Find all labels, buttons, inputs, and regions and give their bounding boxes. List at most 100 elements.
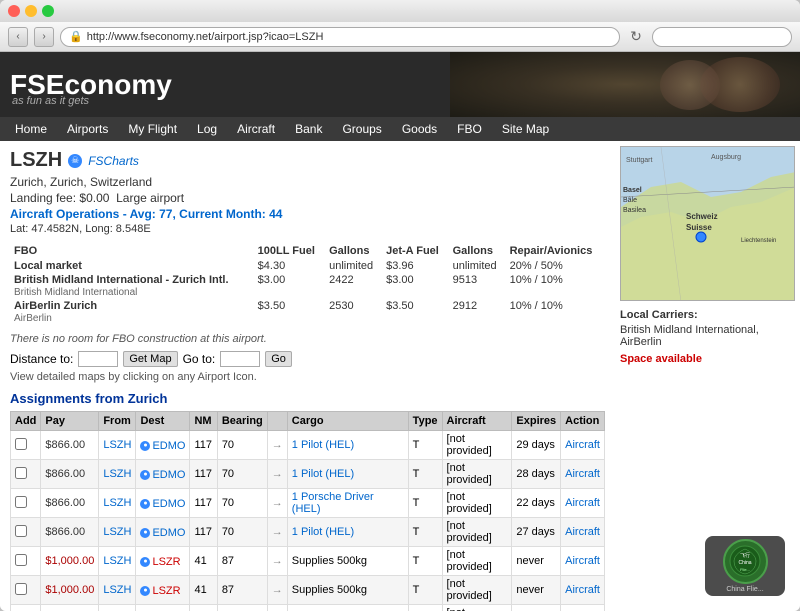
back-button[interactable]: ‹ <box>8 27 28 47</box>
add-cell <box>11 547 41 576</box>
action-cell: Aircraft <box>561 547 605 576</box>
expires-cell: never <box>512 605 561 611</box>
nm-cell: 117 <box>190 431 217 460</box>
go-to-label: Go to: <box>183 352 216 366</box>
nav-sitemap[interactable]: Site Map <box>492 117 559 141</box>
maximize-button[interactable] <box>42 5 54 17</box>
content-area: LSZH ☠ FSCharts Zurich, Zurich, Switzerl… <box>0 141 615 611</box>
add-checkbox[interactable] <box>15 583 27 595</box>
dest-icon: ● <box>140 528 150 538</box>
type-cell: T <box>408 605 442 611</box>
minimize-button[interactable] <box>25 5 37 17</box>
col-type: Type <box>408 412 442 431</box>
cargo-cell: Supplies 500kg <box>287 576 408 605</box>
nav-goods[interactable]: Goods <box>392 117 447 141</box>
add-checkbox[interactable] <box>15 496 27 508</box>
nav-myflight[interactable]: My Flight <box>118 117 187 141</box>
dest-cell: ● EDMO <box>136 518 190 547</box>
close-button[interactable] <box>8 5 20 17</box>
action-link[interactable]: Aircraft <box>565 439 600 451</box>
svg-text:Schweiz: Schweiz <box>686 212 718 221</box>
map-bg: Stuttgart Augsburg Basel Bâle Basilea Sc… <box>621 147 794 300</box>
cargo-cell: 1 Pilot (HEL) <box>287 431 408 460</box>
nav-bank[interactable]: Bank <box>285 117 332 141</box>
assignment-row: $866.00 LSZH ● EDMO 117 70 → 1 Pilot (HE… <box>11 460 605 489</box>
bearing-cell: 70 <box>217 431 267 460</box>
action-link[interactable]: Aircraft <box>565 526 600 538</box>
arrow-cell: → <box>267 518 287 547</box>
from-cell: LSZH <box>99 605 136 611</box>
dest-cell: ● LSZR <box>136 576 190 605</box>
add-cell <box>11 518 41 547</box>
fbo-fuel100-local: $4.30 <box>254 259 325 273</box>
bearing-cell: 70 <box>217 460 267 489</box>
detail-text: View detailed maps by clicking on any Ai… <box>10 371 605 383</box>
type-cell: T <box>408 576 442 605</box>
fbo-row-british: British Midland International - Zurich I… <box>10 273 605 299</box>
arrow-cell: → <box>267 547 287 576</box>
add-checkbox[interactable] <box>15 438 27 450</box>
main-nav: Home Airports My Flight Log Aircraft Ban… <box>0 117 800 141</box>
address-bar[interactable]: 🔒 http://www.fseconomy.net/airport.jsp?i… <box>60 27 620 47</box>
search-input[interactable] <box>652 27 792 47</box>
nav-home[interactable]: Home <box>5 117 57 141</box>
watermark-inner: 飞行 China Flie... China Flie... <box>723 539 768 593</box>
fscharts-link[interactable]: FSCharts <box>88 154 139 168</box>
title-bar <box>0 0 800 22</box>
bearing-cell: 87 <box>217 547 267 576</box>
expires-cell: 28 days <box>512 460 561 489</box>
arrow-cell: → <box>267 605 287 611</box>
go-button[interactable]: Go <box>265 351 292 367</box>
add-checkbox[interactable] <box>15 554 27 566</box>
cargo-cell: 1 Pilot (HEL) <box>287 518 408 547</box>
fbo-galJetA-local: unlimited <box>449 259 506 273</box>
assignment-row: $866.00 LSZH ● EDMO 117 70 → 1 Porsche D… <box>11 489 605 518</box>
pay-cell: $1,000.00 <box>41 547 99 576</box>
dest-cell: ● EDMO <box>136 460 190 489</box>
expires-cell: never <box>512 547 561 576</box>
space-available: Space available <box>620 353 795 365</box>
svg-text:Flie...: Flie... <box>740 567 750 572</box>
refresh-button[interactable]: ↻ <box>626 27 646 47</box>
nav-fbo[interactable]: FBO <box>447 117 492 141</box>
get-map-button[interactable]: Get Map <box>123 351 177 367</box>
pay-cell: $1,000.00 <box>41 576 99 605</box>
add-checkbox[interactable] <box>15 467 27 479</box>
map-container: Stuttgart Augsburg Basel Bâle Basilea Sc… <box>620 146 795 301</box>
watermark-logo: 飞行 China Flie... <box>723 539 768 584</box>
expires-cell: 27 days <box>512 518 561 547</box>
watermark: 飞行 China Flie... China Flie... <box>705 536 785 596</box>
nav-airports[interactable]: Airports <box>57 117 118 141</box>
add-checkbox[interactable] <box>15 525 27 537</box>
cargo-cell: 1 Pilot (HEL) <box>287 460 408 489</box>
arrow-cell: → <box>267 489 287 518</box>
goto-input[interactable] <box>220 351 260 367</box>
action-link[interactable]: Aircraft <box>565 497 600 509</box>
pay-cell: $866.00 <box>41 460 99 489</box>
action-link[interactable]: Aircraft <box>565 555 600 567</box>
type-cell: T <box>408 518 442 547</box>
arrow-cell: → <box>267 460 287 489</box>
arrow-cell: → <box>267 576 287 605</box>
nm-cell: 41 <box>190 576 217 605</box>
fbo-col-gal100: Gallons <box>325 243 382 259</box>
nav-groups[interactable]: Groups <box>332 117 391 141</box>
aircraft-cell: [not provided] <box>442 576 512 605</box>
aircraft-cell: [not provided] <box>442 518 512 547</box>
fbo-gal100-local: unlimited <box>325 259 382 273</box>
from-cell: LSZH <box>99 518 136 547</box>
distance-input[interactable] <box>78 351 118 367</box>
action-cell: A <box>561 605 605 611</box>
type-cell: T <box>408 489 442 518</box>
aircraft-cell: [not provided] <box>442 431 512 460</box>
fbo-repair-local: 20% / 50% <box>506 259 605 273</box>
action-link[interactable]: Aircraft <box>565 468 600 480</box>
nav-log[interactable]: Log <box>187 117 227 141</box>
from-cell: LSZH <box>99 576 136 605</box>
pay-cell: $1,000.00 <box>41 605 99 611</box>
type-cell: T <box>408 460 442 489</box>
nav-aircraft[interactable]: Aircraft <box>227 117 285 141</box>
nm-cell: 117 <box>190 460 217 489</box>
forward-button[interactable]: › <box>34 27 54 47</box>
action-link[interactable]: Aircraft <box>565 584 600 596</box>
